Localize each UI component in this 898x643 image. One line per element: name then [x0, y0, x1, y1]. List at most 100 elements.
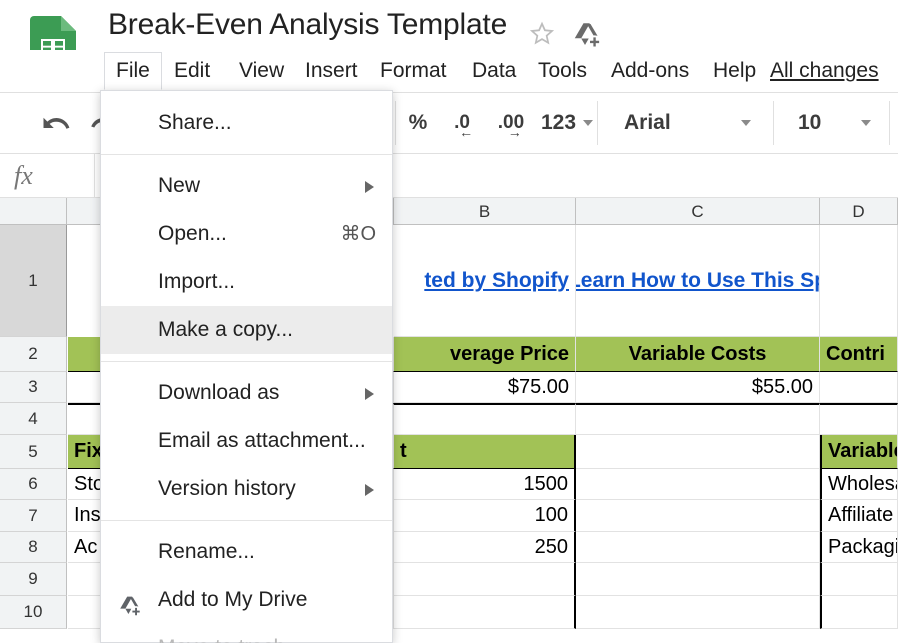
chevron-down-icon [861, 120, 871, 126]
cell-B4[interactable] [394, 403, 576, 435]
file-menu-item-move-to-trash: Move to trash [101, 624, 392, 643]
cell-D4[interactable] [820, 403, 898, 435]
increase-decimal-button[interactable]: .00 → [486, 93, 536, 153]
cell-D10[interactable] [820, 596, 898, 629]
column-header-C[interactable]: C [576, 198, 820, 225]
row-header-6[interactable]: 6 [0, 469, 67, 500]
menu-view[interactable]: View [228, 52, 295, 90]
cell-B7[interactable]: 100 [394, 500, 576, 532]
title-bar: Break-Even Analysis Template [0, 0, 898, 72]
add-to-drive-icon[interactable] [572, 20, 602, 50]
cell-D3[interactable] [820, 372, 898, 403]
file-menu-item-make-a-copy[interactable]: Make a copy... [101, 306, 392, 354]
cell-B6[interactable]: 1500 [394, 469, 576, 500]
cell-D9[interactable] [820, 563, 898, 596]
document-title[interactable]: Break-Even Analysis Template [108, 8, 507, 42]
file-menu-item-rename[interactable]: Rename... [101, 528, 392, 576]
row-header-7[interactable]: 7 [0, 500, 67, 532]
cell-B8[interactable]: 250 [394, 532, 576, 563]
file-menu-item-label: Add to My Drive [158, 588, 308, 611]
menu-separator [101, 520, 392, 521]
cell-C2[interactable]: Variable Costs [576, 337, 820, 372]
menu-add-ons[interactable]: Add-ons [600, 52, 700, 90]
cell-D5[interactable]: Variable [820, 435, 898, 469]
file-menu-item-label: Import... [158, 270, 236, 293]
cell-D8[interactable]: Packagi [820, 532, 898, 563]
cell-B9[interactable] [394, 563, 576, 596]
cell-C9[interactable] [576, 563, 820, 596]
menu-separator [101, 154, 392, 155]
cell-B1-link[interactable]: ted by Shopify [424, 269, 569, 293]
cell-C5[interactable] [576, 435, 820, 469]
menu-edit[interactable]: Edit [163, 52, 221, 90]
row-header-9[interactable]: 9 [0, 563, 67, 596]
font-family-selector[interactable]: Arial [598, 93, 773, 153]
cell-B3[interactable]: $75.00 [394, 372, 576, 403]
cell-B1[interactable]: ted by Shopify [394, 225, 576, 337]
cell-B2[interactable]: verage Price [394, 337, 576, 372]
fx-icon: fx [14, 161, 33, 190]
number-format-button[interactable]: 123 [536, 93, 598, 153]
left-arrow-icon: ← [459, 124, 474, 140]
column-header-B[interactable]: B [394, 198, 576, 225]
file-menu-item-download-as[interactable]: Download as [101, 369, 392, 417]
file-menu-item-label: New [158, 174, 201, 197]
menu-format[interactable]: Format [369, 52, 458, 90]
file-dropdown-menu[interactable]: Share... New Open... ⌘O Import... Make a copy… [100, 90, 393, 643]
row-header-1[interactable]: 1 [0, 225, 67, 337]
file-menu-item-label: Move to trash [158, 636, 285, 643]
cell-C8[interactable] [576, 532, 820, 563]
file-menu-item-label: Share... [158, 111, 232, 134]
number-format-label: 123 [540, 111, 577, 134]
percent-format-button[interactable]: % [398, 93, 438, 153]
star-icon[interactable] [528, 20, 556, 48]
file-menu-item-new[interactable]: New [101, 162, 392, 210]
keyboard-shortcut: ⌘O [340, 223, 376, 245]
cell-D6[interactable]: Wholesa [820, 469, 898, 500]
row-header-4[interactable]: 4 [0, 403, 67, 435]
sheets-app-window: Break-Even Analysis Template File Edit Vie… [0, 0, 898, 643]
menu-help[interactable]: Help [702, 52, 767, 90]
file-menu-item-share[interactable]: Share... [101, 99, 392, 147]
cell-D2[interactable]: Contri [820, 337, 898, 372]
cell-C10[interactable] [576, 596, 820, 629]
menu-tools[interactable]: Tools [527, 52, 598, 90]
menu-data[interactable]: Data [461, 52, 527, 90]
submenu-arrow-icon [365, 181, 374, 193]
menu-file[interactable]: File [104, 52, 162, 90]
menu-insert[interactable]: Insert [294, 52, 369, 90]
cell-B5[interactable]: t [394, 435, 576, 469]
file-menu-item-label: Email as attachment... [158, 429, 366, 452]
file-menu-item-import[interactable]: Import... [101, 258, 392, 306]
cell-D1[interactable] [820, 225, 898, 337]
file-menu-item-version-history[interactable]: Version history [101, 465, 392, 513]
decrease-decimal-button[interactable]: .0 ← [438, 93, 486, 153]
undo-button[interactable] [34, 93, 78, 153]
row-header-10[interactable]: 10 [0, 596, 67, 629]
cell-C7[interactable] [576, 500, 820, 532]
row-header-5[interactable]: 5 [0, 435, 67, 469]
column-header-D[interactable]: D [820, 198, 898, 225]
cell-C6[interactable] [576, 469, 820, 500]
font-family-label: Arial [624, 111, 671, 134]
cell-C4[interactable] [576, 403, 820, 435]
select-all-corner[interactable] [0, 198, 67, 225]
right-arrow-icon: → [507, 124, 522, 140]
file-menu-item-email-as-attachment[interactable]: Email as attachment... [101, 417, 392, 465]
cell-C1[interactable]: Learn How to Use This Sp [576, 225, 820, 337]
file-menu-item-add-to-my-drive[interactable]: Add to My Drive [101, 576, 392, 624]
font-size-label: 10 [798, 111, 822, 134]
file-menu-item-label: Open... [158, 222, 227, 245]
row-header-8[interactable]: 8 [0, 532, 67, 563]
percent-label: % [408, 111, 428, 134]
cell-B10[interactable] [394, 596, 576, 629]
file-menu-item-open[interactable]: Open... ⌘O [101, 210, 392, 258]
row-header-2[interactable]: 2 [0, 337, 67, 372]
cell-C3[interactable]: $55.00 [576, 372, 820, 403]
row-header-3[interactable]: 3 [0, 372, 67, 403]
font-size-selector[interactable]: 10 [774, 93, 889, 153]
all-changes-status[interactable]: All changes [770, 52, 879, 90]
file-menu-item-label: Version history [158, 477, 296, 500]
cell-D7[interactable]: Affiliate [820, 500, 898, 532]
cell-C1-link[interactable]: Learn How to Use This Sp [576, 269, 819, 293]
